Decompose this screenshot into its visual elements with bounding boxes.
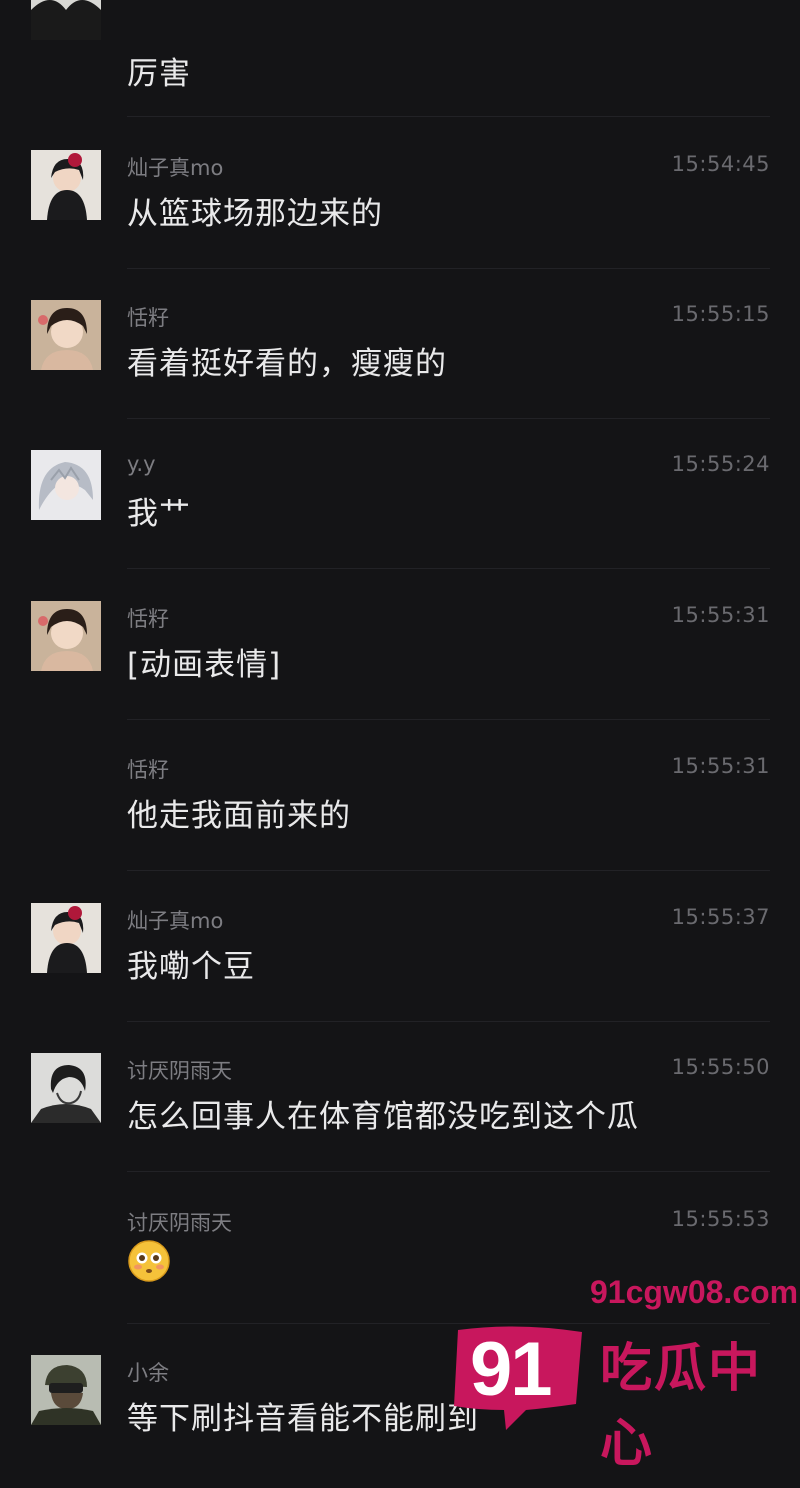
avatar[interactable] — [31, 1355, 101, 1425]
divider — [127, 1171, 770, 1172]
message-time: 15:55:53 — [671, 1207, 770, 1231]
message-text: 厉害 — [127, 56, 191, 92]
girl-red-flower-icon — [31, 150, 101, 220]
message-item[interactable]: 灿子真mo 15:54:45 从篮球场那边来的 — [0, 150, 800, 300]
watermark: 91 91cgw08.com 吃瓜中心 — [440, 1270, 800, 1474]
avatar[interactable] — [31, 903, 101, 973]
message-time: 15:55:37 — [671, 905, 770, 929]
message-text: 等下刷抖音看能不能刷到 — [127, 1401, 479, 1437]
message-text: 从篮球场那边来的 — [127, 196, 383, 232]
message-item[interactable]: 恬籽 15:55:31 [动画表情] — [0, 601, 800, 751]
avatar[interactable] — [31, 150, 101, 220]
girl-portrait-icon — [31, 300, 101, 370]
divider — [127, 418, 770, 419]
sender-name: 讨厌阴雨天 — [127, 1211, 232, 1235]
message-text: 我嘞个豆 — [127, 949, 255, 985]
message-time: 15:54:45 — [671, 152, 770, 176]
avatar[interactable] — [31, 300, 101, 370]
person-dark-icon — [31, 0, 101, 40]
message-time: 15:55:31 — [671, 603, 770, 627]
message-time: 15:55:24 — [671, 452, 770, 476]
message-time: 15:55:31 — [671, 754, 770, 778]
message-time: 15:55:50 — [671, 1055, 770, 1079]
message-text: 看着挺好看的，瘦瘦的 — [127, 346, 447, 382]
message-item[interactable]: 恬籽 15:55:15 看着挺好看的，瘦瘦的 — [0, 300, 800, 450]
message-text: [动画表情] — [127, 647, 282, 683]
girl-portrait-icon — [31, 601, 101, 671]
message-time: 15:55:15 — [671, 302, 770, 326]
watermark-domain: 91cgw08.com — [590, 1274, 799, 1310]
watermark-number: 91 — [470, 1327, 553, 1412]
sender-name: 灿子真mo — [127, 909, 224, 933]
message-item[interactable]: 讨厌阴雨天 15:55:50 怎么回事人在体育馆都没吃到这个瓜 — [0, 1053, 800, 1203]
message-item[interactable]: 恬籽 15:55:31 他走我面前来的 — [0, 752, 800, 902]
message-text: 他走我面前来的 — [127, 798, 351, 834]
message-item[interactable]: 厉害 — [0, 0, 800, 148]
flushed-face-emoji-icon — [128, 1240, 170, 1282]
sender-name: 恬籽 — [127, 607, 169, 631]
avatar[interactable] — [31, 0, 101, 40]
avatar[interactable] — [31, 450, 101, 520]
divider — [127, 870, 770, 871]
sender-name: y.y — [127, 452, 156, 476]
watermark-brand: 吃瓜中心 — [600, 1339, 763, 1474]
avatar[interactable] — [31, 601, 101, 671]
soldier-icon — [31, 1355, 101, 1425]
message-text: 我艹 — [127, 496, 191, 532]
chat-message-list: 厉害 灿子真mo 15:54:45 从篮球场那边来的 恬籽 15:55:15 看… — [0, 0, 800, 1488]
sender-name: 讨厌阴雨天 — [127, 1059, 232, 1083]
divider — [127, 268, 770, 269]
divider — [127, 1021, 770, 1022]
sender-name: 小余 — [127, 1361, 169, 1385]
divider — [127, 719, 770, 720]
message-text: 怎么回事人在体育馆都没吃到这个瓜 — [127, 1099, 639, 1135]
divider — [127, 116, 770, 117]
sender-name: 恬籽 — [127, 758, 169, 782]
message-item[interactable]: 灿子真mo 15:55:37 我嘞个豆 — [0, 903, 800, 1053]
sender-name: 恬籽 — [127, 306, 169, 330]
sender-name: 灿子真mo — [127, 156, 224, 180]
avatar[interactable] — [31, 1053, 101, 1123]
divider — [127, 568, 770, 569]
man-sketch-icon — [31, 1053, 101, 1123]
girl-red-flower-icon — [31, 903, 101, 973]
message-item[interactable]: y.y 15:55:24 我艹 — [0, 450, 800, 600]
anime-white-hair-icon — [31, 450, 101, 520]
